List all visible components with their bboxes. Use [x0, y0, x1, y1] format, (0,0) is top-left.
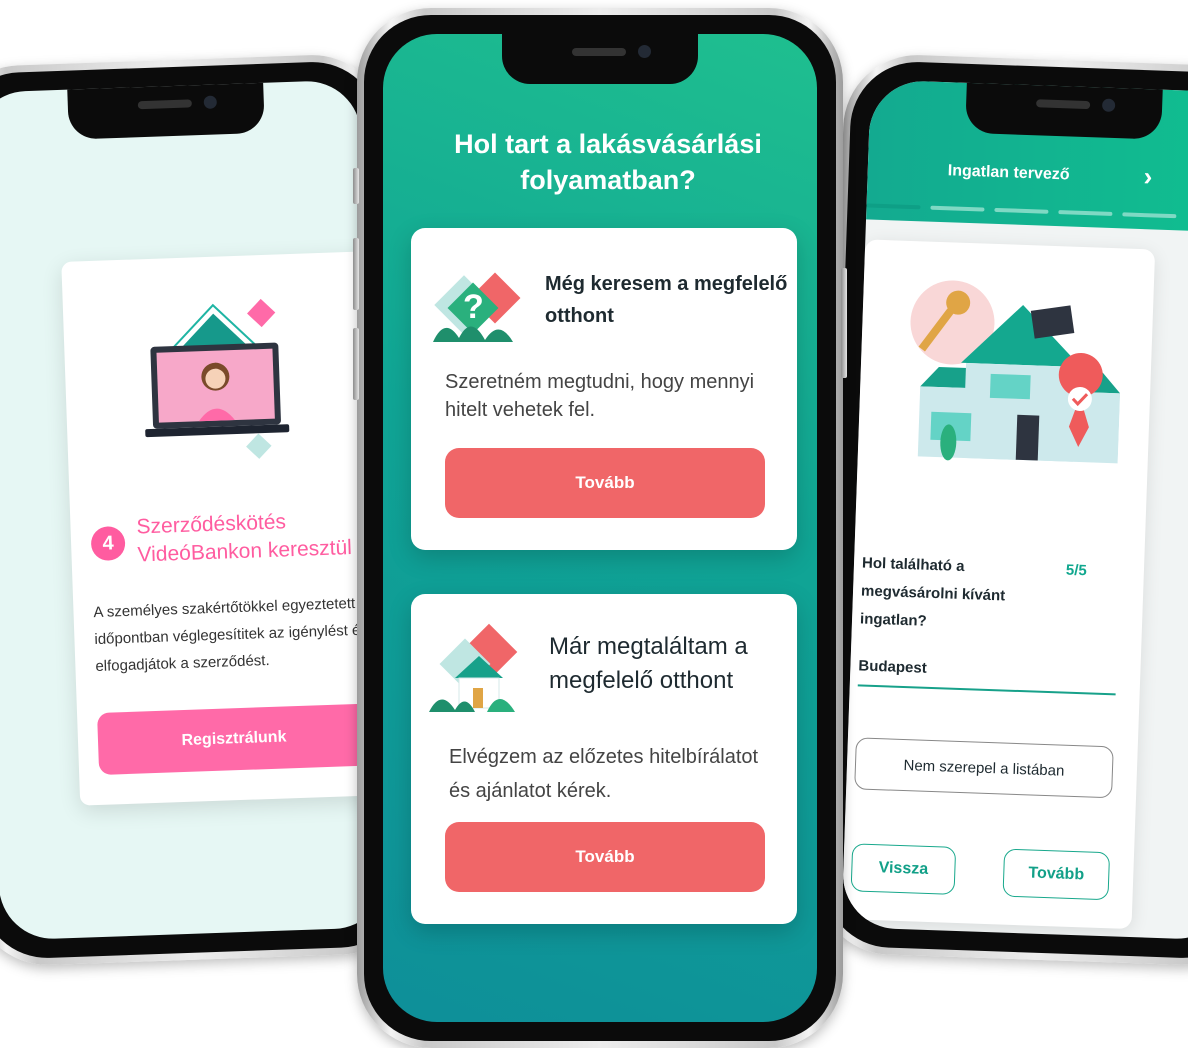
step-number-badge: 4 — [90, 525, 126, 562]
continue-button[interactable]: Tovább — [445, 822, 765, 892]
step-card: 4 Szerződéskötés VideóBankon keresztül A… — [61, 251, 389, 806]
location-input[interactable]: Budapest — [857, 657, 1117, 696]
progress-step — [994, 207, 1049, 214]
page-title: Hol tart a lakásvásárlási folyamatban? — [454, 129, 762, 195]
not-listed-button[interactable]: Nem szerepel a listában — [854, 737, 1114, 799]
register-button[interactable]: Regisztrálunk — [97, 703, 372, 775]
house-illustration — [429, 623, 518, 712]
notch — [965, 80, 1163, 140]
left-screen: 4 Szerződéskötés VideóBankon keresztül A… — [0, 79, 389, 941]
notch — [67, 80, 265, 140]
next-button[interactable]: Tovább — [1002, 848, 1111, 901]
planner-title: Ingatlan tervező — [947, 162, 1070, 184]
svg-text:?: ? — [463, 288, 484, 326]
back-button[interactable]: Vissza — [850, 843, 957, 895]
video-call-illustration — [145, 298, 290, 459]
step-title: Szerződéskötés VideóBankon keresztül — [136, 510, 353, 567]
location-question: Hol található a megvásárolni kívánt inga… — [859, 554, 1006, 630]
notch — [502, 34, 698, 84]
option-description: Elvégzem az előzetes hitelbírálatot és a… — [449, 746, 759, 802]
progress-bar — [866, 203, 1177, 219]
option-title: Még keresem a megfelelő otthont — [545, 273, 788, 327]
progress-step — [866, 203, 921, 210]
center-screen: Hol tart a lakásvásárlási folyamatban? ?… — [383, 34, 817, 1022]
step-counter: 5/5 — [1065, 561, 1088, 580]
chevron-right-icon[interactable]: › — [1143, 161, 1153, 192]
planner-card: Hol található a megvásárolni kívánt inga… — [841, 239, 1156, 930]
option-description: Szeretném megtudni, hogy mennyi hitelt v… — [445, 371, 755, 421]
phone-center: Hol tart a lakásvásárlási folyamatban? ?… — [353, 8, 847, 1048]
progress-step — [930, 205, 985, 212]
question-house-illustration: ? — [433, 272, 521, 342]
progress-step — [1122, 212, 1177, 219]
progress-step — [1058, 210, 1113, 216]
continue-button[interactable]: Tovább — [445, 448, 765, 518]
option-card-searching[interactable]: ? Még keresem a megfelelő otthont Szeret… — [411, 228, 797, 550]
step-heading: 4 Szerződéskötés VideóBankon keresztül — [90, 505, 378, 571]
house-key-illustration — [910, 280, 1121, 464]
phone-right: Ingatlan tervező › Hol található a megvá… — [814, 52, 1188, 968]
option-card-found[interactable]: Már megtaláltam a megfelelő otthont Elvé… — [411, 594, 797, 924]
option-title: Már megtaláltam a megfelelő otthont — [549, 633, 748, 694]
step-description: A személyes szakértőtökkel egyeztetett i… — [93, 594, 369, 676]
right-screen: Ingatlan tervező › Hol található a megvá… — [841, 79, 1188, 941]
